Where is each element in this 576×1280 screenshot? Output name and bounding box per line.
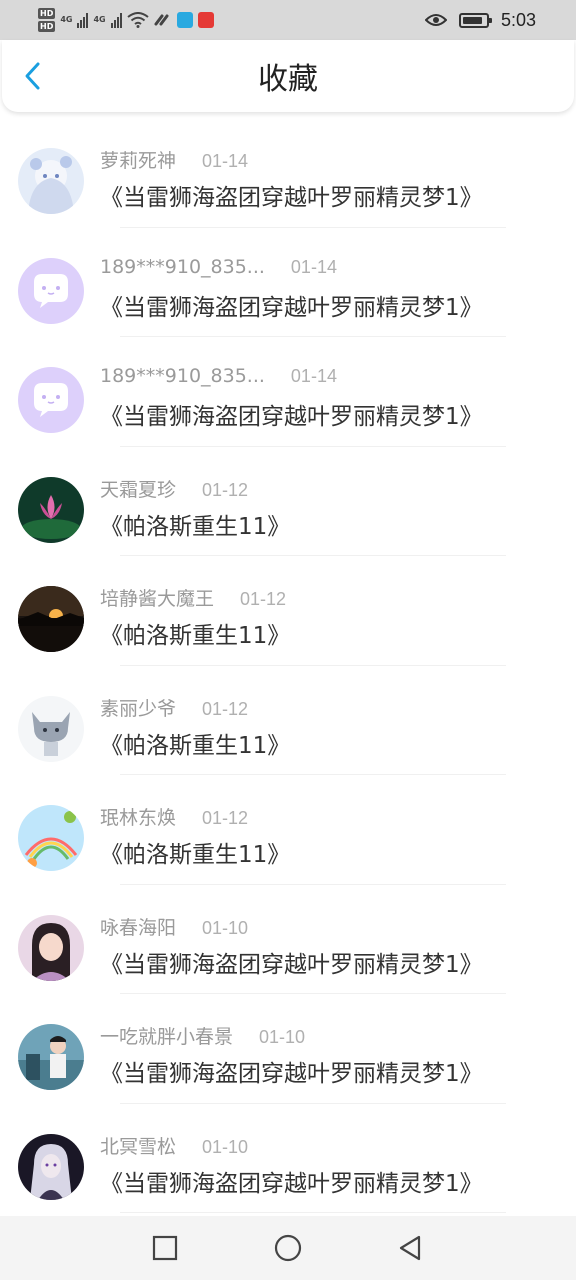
date: 01-12 (202, 698, 249, 719)
favorite-title[interactable]: 《帕洛斯重生11》 (100, 726, 290, 760)
username[interactable]: 一吃就胖小春景 (100, 1022, 233, 1049)
username[interactable]: 珉林东焕 (100, 803, 176, 830)
date: 01-14 (290, 366, 337, 386)
date: 01-14 (202, 151, 249, 171)
list-item[interactable]: 咏春海阳 01-10 《当雷狮海盗团穿越叶罗丽精灵梦1》 (0, 885, 576, 995)
avatar[interactable] (18, 586, 84, 652)
circle-icon (274, 1234, 302, 1262)
item-meta: 咏春海阳 01-10 (100, 913, 248, 940)
item-meta: 萝莉死神 01-14 (100, 146, 248, 173)
clock: 5:03 (500, 9, 536, 30)
item-meta: 珉林东焕 01-12 (100, 803, 248, 830)
favorite-title[interactable]: 《帕洛斯重生11》 (100, 835, 290, 869)
status-bar: HD HD 4G 4G 5:03 (0, 0, 576, 40)
hd-badge: HD (38, 8, 56, 19)
date: 01-10 (202, 1136, 249, 1157)
signal-icon (77, 12, 89, 28)
item-meta: 一吃就胖小春景 01-10 (100, 1022, 305, 1049)
item-meta: 189***910_835... 01-14 (100, 256, 337, 278)
home-button[interactable] (274, 1234, 302, 1262)
favorite-title[interactable]: 《当雷狮海盗团穿越叶罗丽精灵梦1》 (100, 1054, 483, 1088)
username[interactable]: 189***910_835... (100, 365, 265, 387)
wifi-icon (127, 12, 149, 28)
hd-badge: HD (38, 21, 56, 32)
list-item[interactable]: 北冥雪松 01-10 《当雷狮海盗团穿越叶罗丽精灵梦1》 (0, 1104, 576, 1214)
list-item[interactable]: 一吃就胖小春景 01-10 《当雷狮海盗团穿越叶罗丽精灵梦1》 (0, 994, 576, 1104)
avatar[interactable] (18, 257, 84, 324)
recents-button[interactable] (151, 1234, 179, 1262)
username[interactable]: 189***910_835... (100, 256, 265, 278)
date: 01-12 (202, 479, 249, 500)
item-meta: 天霜夏珍 01-12 (100, 475, 248, 502)
page-header: 收藏 (2, 40, 574, 112)
item-meta: 北冥雪松 01-10 (100, 1132, 248, 1159)
avatar[interactable] (18, 695, 84, 762)
triangle-back-icon (399, 1235, 421, 1261)
list-item[interactable]: 素丽少爷 01-12 《帕洛斯重生11》 (0, 666, 576, 776)
avatar[interactable] (18, 805, 84, 871)
item-meta: 素丽少爷 01-12 (100, 694, 248, 721)
list-item[interactable]: 培静酱大魔王 01-12 《帕洛斯重生11》 (0, 556, 576, 666)
link-icon (154, 14, 169, 26)
network-type: 4G (60, 15, 73, 24)
avatar[interactable] (18, 476, 84, 543)
date: 01-12 (202, 808, 249, 828)
list-item[interactable]: 天霜夏珍 01-12 《帕洛斯重生11》 (0, 447, 576, 557)
username[interactable]: 咏春海阳 (100, 913, 176, 940)
date: 01-12 (240, 589, 287, 609)
item-meta: 189***910_835... 01-14 (100, 365, 337, 387)
shopping-app-icon (197, 12, 214, 28)
book-app-icon (176, 12, 193, 28)
favorite-title[interactable]: 《当雷狮海盗团穿越叶罗丽精灵梦1》 (100, 178, 483, 212)
battery-icon (458, 12, 492, 28)
username[interactable]: 萝莉死神 (100, 146, 176, 173)
status-left: HD HD 4G 4G (38, 4, 214, 36)
date: 01-14 (290, 256, 337, 277)
eye-icon (424, 14, 447, 26)
date: 01-10 (259, 1027, 306, 1047)
favorites-list: 萝莉死神 01-14 《当雷狮海盗团穿越叶罗丽精灵梦1》 189***910_8… (0, 118, 576, 1213)
hd-indicators: HD HD (38, 8, 56, 32)
item-meta: 培静酱大魔王 01-12 (100, 584, 286, 611)
username[interactable]: 培静酱大魔王 (100, 584, 214, 611)
date: 01-10 (202, 917, 249, 938)
avatar[interactable] (18, 148, 84, 214)
list-item[interactable]: 萝莉死神 01-14 《当雷狮海盗团穿越叶罗丽精灵梦1》 (0, 118, 576, 228)
avatar[interactable] (18, 914, 84, 981)
favorite-title[interactable]: 《当雷狮海盗团穿越叶罗丽精灵梦1》 (100, 1164, 483, 1198)
list-item[interactable]: 189***910_835... 01-14 《当雷狮海盗团穿越叶罗丽精灵梦1》 (0, 228, 576, 338)
back-nav-button[interactable] (396, 1234, 424, 1262)
page-title: 收藏 (258, 62, 318, 97)
favorite-title[interactable]: 《当雷狮海盗团穿越叶罗丽精灵梦1》 (100, 288, 483, 322)
avatar[interactable] (18, 1024, 84, 1090)
system-navbar (0, 1216, 576, 1280)
favorite-title[interactable]: 《帕洛斯重生11》 (100, 616, 290, 650)
favorite-title[interactable]: 《当雷狮海盗团穿越叶罗丽精灵梦1》 (100, 397, 483, 431)
favorite-title[interactable]: 《帕洛斯重生11》 (100, 507, 290, 541)
username[interactable]: 天霜夏珍 (100, 475, 176, 502)
username[interactable]: 素丽少爷 (100, 694, 176, 721)
avatar[interactable] (18, 1133, 84, 1200)
favorite-title[interactable]: 《当雷狮海盗团穿越叶罗丽精灵梦1》 (100, 945, 483, 979)
signal-icon (110, 12, 122, 28)
avatar[interactable] (18, 367, 84, 433)
network-type: 4G (93, 15, 106, 24)
username[interactable]: 北冥雪松 (100, 1132, 176, 1159)
list-item[interactable]: 189***910_835... 01-14 《当雷狮海盗团穿越叶罗丽精灵梦1》 (0, 337, 576, 447)
status-right: 5:03 (424, 8, 536, 32)
list-item[interactable]: 珉林东焕 01-12 《帕洛斯重生11》 (0, 775, 576, 885)
square-icon (152, 1235, 178, 1261)
